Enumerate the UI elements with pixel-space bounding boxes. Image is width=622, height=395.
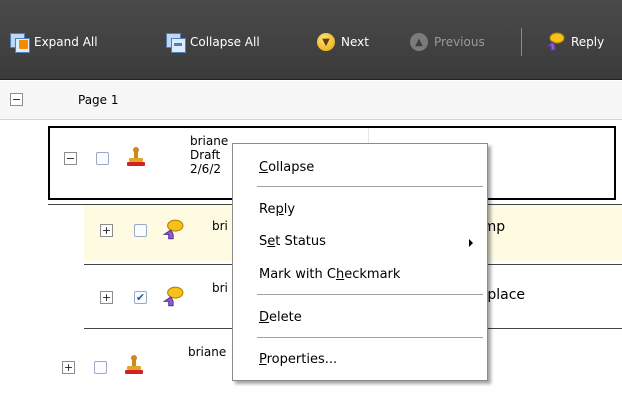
menu-text: Mark with C — [259, 267, 336, 282]
expand-all-icon — [10, 33, 30, 53]
previous-label: Previous — [434, 35, 485, 49]
toolbar-separator — [521, 28, 522, 56]
menu-text: eckmark — [344, 267, 401, 282]
next-button[interactable]: ▼ Next — [317, 31, 369, 53]
context-menu: Collapse Reply Set Status Mark with Chec… — [232, 143, 488, 381]
page-collapse-toggle[interactable]: − — [10, 93, 23, 106]
reply-expand-toggle[interactable]: + — [100, 224, 113, 237]
collapse-all-label: Collapse All — [190, 35, 260, 49]
collapse-all-icon — [166, 33, 186, 53]
page-label: Page 1 — [78, 93, 119, 107]
menu-item-reply[interactable]: Reply — [259, 202, 295, 217]
menu-separator — [257, 186, 483, 187]
collapse-all-button[interactable]: Collapse All — [166, 31, 260, 53]
menu-item-mark-with-checkmark[interactable]: Mark with Checkmark — [259, 267, 400, 282]
menu-separator — [257, 337, 483, 338]
reply-icon — [545, 32, 565, 51]
menu-text: ollapse — [268, 160, 315, 175]
menu-item-set-status[interactable]: Set Status — [259, 234, 485, 249]
menu-accel: C — [259, 160, 269, 175]
reply-comment-icon — [162, 219, 184, 240]
previous-arrow-icon: ▲ — [410, 33, 428, 51]
menu-item-properties[interactable]: Properties... — [259, 352, 337, 367]
comment-collapse-toggle[interactable]: − — [64, 152, 77, 165]
menu-separator — [257, 294, 483, 295]
reply-button[interactable]: Reply — [543, 31, 604, 53]
reply-checkbox[interactable] — [134, 224, 147, 237]
comment-expand-toggle[interactable]: + — [62, 361, 75, 374]
menu-accel: p — [275, 202, 284, 217]
menu-text: ly — [283, 202, 296, 217]
next-arrow-icon: ▼ — [317, 33, 335, 51]
comment-status: Draft — [190, 148, 221, 162]
expand-all-label: Expand All — [34, 35, 98, 49]
menu-item-collapse[interactable]: Collapse — [259, 160, 314, 175]
comment-author: briane — [190, 134, 229, 148]
menu-text: roperties... — [266, 352, 338, 367]
reply-comment-icon — [162, 286, 184, 307]
comment-author: briane — [188, 345, 227, 359]
toolbar: Expand All Collapse All ▼ Next ▲ Previou… — [0, 0, 622, 80]
menu-text: elete — [269, 310, 302, 325]
previous-button[interactable]: ▲ Previous — [410, 31, 485, 53]
stamp-icon — [125, 355, 143, 374]
menu-item-delete[interactable]: Delete — [259, 310, 302, 325]
page-row[interactable]: − Page 1 — [0, 81, 622, 120]
menu-accel: D — [259, 310, 270, 325]
menu-text: Re — [259, 202, 276, 217]
menu-accel: P — [259, 352, 267, 367]
reply-author: bri — [212, 219, 228, 233]
reply-author: bri — [212, 281, 228, 295]
submenu-arrow-icon — [469, 239, 473, 247]
comment-checkbox[interactable] — [96, 152, 109, 165]
reply-checkbox-checked[interactable]: ✔ — [134, 291, 147, 304]
menu-accel: h — [335, 267, 345, 282]
stamp-icon — [127, 147, 145, 166]
reply-label: Reply — [571, 35, 605, 49]
reply-expand-toggle[interactable]: + — [100, 291, 113, 304]
menu-text: t Status — [275, 234, 326, 249]
comment-date: 2/6/2 — [190, 162, 221, 176]
next-label: Next — [341, 35, 369, 49]
comment-checkbox[interactable] — [94, 361, 107, 374]
expand-all-button[interactable]: Expand All — [10, 31, 98, 53]
